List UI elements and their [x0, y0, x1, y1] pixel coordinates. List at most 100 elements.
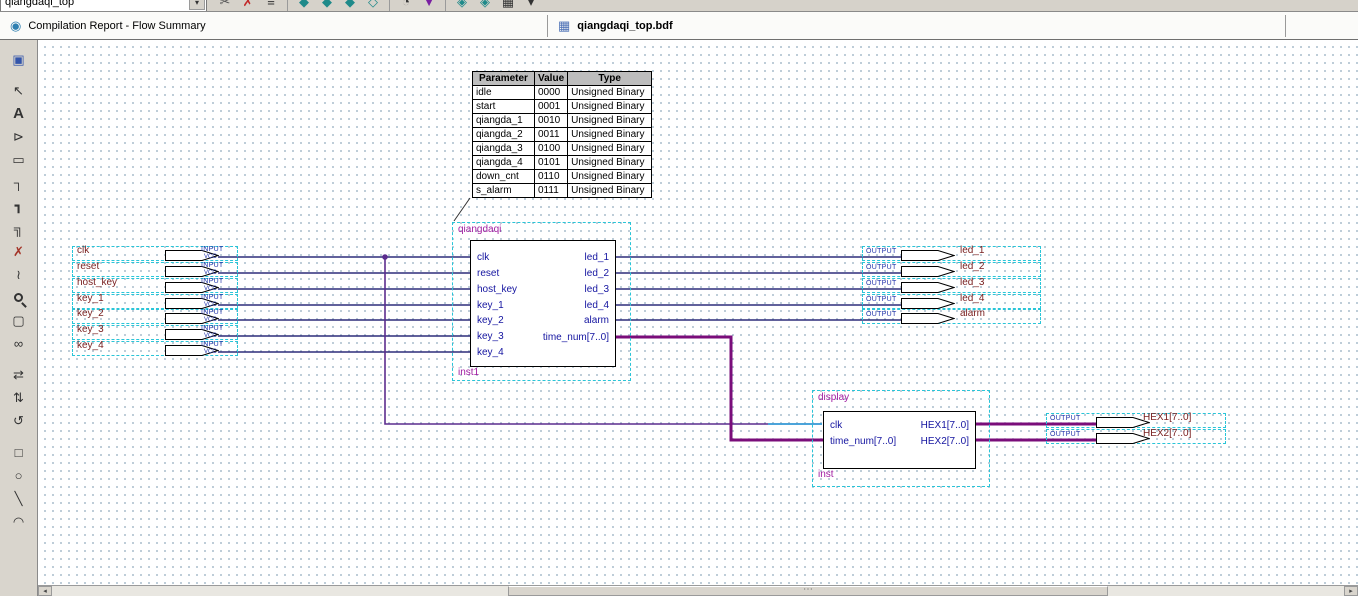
table-row: qiangda_30100Unsigned Binary [473, 142, 652, 156]
assembler-diamond-icon[interactable]: ◇ [366, 0, 380, 12]
port-key-4: key_4 [477, 346, 504, 360]
toolbar-separator [287, 0, 288, 12]
instance-label: inst [818, 469, 834, 480]
tab-separator [1285, 15, 1286, 37]
port-hex2: HEX2[7..0] [921, 435, 969, 449]
chip-planner-icon[interactable]: ▦ [501, 0, 515, 12]
output-pin-led-3[interactable]: OUTPUT led_3 [862, 278, 1041, 293]
block-title: qiangdaqi [458, 224, 501, 235]
separate-window-icon[interactable]: ▣ [6, 48, 32, 71]
port-led-4: led_4 [585, 299, 609, 313]
port-key-3: key_3 [477, 330, 504, 344]
table-row: idle0000Unsigned Binary [473, 86, 652, 100]
instance-label: inst1 [458, 367, 479, 378]
output-pin-led-2[interactable]: OUTPUT led_2 [862, 262, 1041, 277]
analysis-diamond-icon[interactable]: ◆ [320, 0, 334, 12]
tab-label: Compilation Report - Flow Summary [28, 20, 205, 32]
toolbar-separator [445, 0, 446, 12]
horizontal-scrollbar[interactable]: ◂ ⋯ ▸ [38, 585, 1358, 596]
port-display-clk: clk [830, 419, 842, 433]
output-pin-icon [1096, 416, 1150, 429]
table-callout-line [454, 198, 470, 221]
delete-icon[interactable]: ✗ [241, 0, 255, 12]
document-tabbar: ◉ Compilation Report - Flow Summary ▦ qi… [0, 12, 1358, 40]
compile-diamond-icon[interactable]: ◆ [297, 0, 311, 12]
rectangle-tool-icon[interactable]: □ [6, 441, 32, 464]
input-pin-host-key[interactable]: host_key INPUT VCC [72, 278, 238, 293]
tech-viewer-icon[interactable]: ◈ [478, 0, 492, 12]
input-pin-key-2[interactable]: key_2 INPUT VCC [72, 309, 238, 324]
partial-line-toggle-icon[interactable]: ≀ [6, 263, 32, 286]
output-pin-hex2[interactable]: OUTPUT HEX2[7..0] [1046, 429, 1226, 444]
fit-view-icon[interactable]: ▢ [6, 309, 32, 332]
qiangdaqi-block-body[interactable]: clk reset host_key key_1 key_2 key_3 key… [470, 240, 616, 367]
oval-tool-icon[interactable]: ○ [6, 464, 32, 487]
wire-junction-dot[interactable] [382, 254, 388, 260]
selection-tool-icon[interactable]: ↖ [6, 79, 32, 102]
tab-bdf[interactable]: ▦ qiangdaqi_top.bdf [558, 12, 673, 40]
tab-compilation-report[interactable]: ◉ Compilation Report - Flow Summary [10, 12, 206, 40]
flip-horizontal-icon[interactable]: ⇄ [6, 363, 32, 386]
block-title: display [818, 392, 849, 403]
schematic-tool-palette: ▣ ↖ A ⊳ ▭ ┐ ┓ ╗ ✗ ≀ ▢ ∞ ⇄ ⇅ ↺ □ ○ ╲ ◠ [0, 40, 38, 596]
header-value: Value [535, 72, 568, 86]
rubberband-toggle-icon[interactable]: ✗ [6, 240, 32, 263]
table-row: s_alarm0111Unsigned Binary [473, 184, 652, 198]
header-type: Type [568, 72, 652, 86]
text-tool-icon[interactable]: A [6, 102, 32, 125]
input-pin-reset[interactable]: reset INPUT VCC [72, 262, 238, 277]
node-line-tool-icon[interactable]: ┐ [6, 171, 32, 194]
zoom-tool-icon[interactable] [6, 286, 32, 309]
table-header-row: Parameter Value Type [473, 72, 652, 86]
output-pin-alarm[interactable]: OUTPUT alarm [862, 309, 1041, 324]
port-led-1: led_1 [585, 251, 609, 265]
main-toolbar: qiangdaqi_top ▾ ✂ ✗ ≡ ◆ ◆ ◆ ◇ ◔ ▼ ◈ ◈ ▦ … [0, 0, 1358, 12]
table-row: qiangda_20011Unsigned Binary [473, 128, 652, 142]
rtl-viewer-icon[interactable]: ◈ [455, 0, 469, 12]
parameter-table[interactable]: Parameter Value Type idle0000Unsigned Bi… [472, 71, 652, 198]
schematic-canvas[interactable]: Parameter Value Type idle0000Unsigned Bi… [38, 40, 1358, 585]
combo-dropdown-icon[interactable]: ▾ [189, 0, 205, 10]
port-key-1: key_1 [477, 299, 504, 313]
port-key-2: key_2 [477, 314, 504, 328]
scrollbar-thumb[interactable]: ⋯ [508, 586, 1108, 596]
timing-clock-icon[interactable]: ◔ [399, 0, 413, 12]
scroll-left-icon[interactable]: ◂ [38, 586, 52, 596]
input-pin-key-3[interactable]: key_3 INPUT VCC [72, 325, 238, 340]
port-reset: reset [477, 267, 499, 281]
symbol-tool-icon[interactable]: ⊳ [6, 125, 32, 148]
project-combo[interactable]: qiangdaqi_top ▾ [0, 0, 207, 12]
table-row: qiangda_10010Unsigned Binary [473, 114, 652, 128]
cut-icon[interactable]: ✂ [218, 0, 232, 12]
port-clk: clk [477, 251, 489, 265]
list-icon[interactable]: ≡ [264, 0, 278, 12]
rotate-left-icon[interactable]: ↺ [6, 409, 32, 432]
line-tool-icon[interactable]: ╲ [6, 487, 32, 510]
netlist-arrow-icon[interactable]: ▼ [422, 0, 436, 12]
output-pin-led-1[interactable]: OUTPUT led_1 [862, 246, 1041, 261]
output-pin-led-4[interactable]: OUTPUT led_4 [862, 294, 1041, 309]
tab-separator [547, 15, 548, 37]
find-icon[interactable]: ∞ [6, 332, 32, 355]
input-pin-key-4[interactable]: key_4 INPUT VCC [72, 341, 238, 356]
qiangdaqi-block[interactable]: qiangdaqi clk reset host_key key_1 key_2… [452, 222, 631, 381]
output-pin-hex1[interactable]: OUTPUT HEX1[7..0] [1046, 413, 1226, 428]
table-row: start0001Unsigned Binary [473, 100, 652, 114]
more-tools-icon[interactable]: ▾ [524, 0, 538, 12]
input-pin-key-1[interactable]: key_1 INPUT VCC [72, 294, 238, 309]
port-host-key: host_key [477, 283, 517, 297]
fitter-diamond-icon[interactable]: ◆ [343, 0, 357, 12]
flip-vertical-icon[interactable]: ⇅ [6, 386, 32, 409]
block-tool-icon[interactable]: ▭ [6, 148, 32, 171]
table-row: down_cnt0110Unsigned Binary [473, 170, 652, 184]
output-pin-icon [901, 281, 955, 294]
display-block[interactable]: display clk time_num[7..0] HEX1[7..0] HE… [812, 390, 990, 487]
output-pin-icon [901, 312, 955, 325]
bdf-file-icon: ▦ [558, 18, 570, 34]
scroll-right-icon[interactable]: ▸ [1344, 586, 1358, 596]
input-pin-clk[interactable]: clk INPUT VCC [72, 246, 238, 261]
display-block-body[interactable]: clk time_num[7..0] HEX1[7..0] HEX2[7..0] [823, 411, 976, 469]
conduit-line-tool-icon[interactable]: ╗ [6, 217, 32, 240]
bus-line-tool-icon[interactable]: ┓ [6, 194, 32, 217]
arc-tool-icon[interactable]: ◠ [6, 510, 32, 533]
